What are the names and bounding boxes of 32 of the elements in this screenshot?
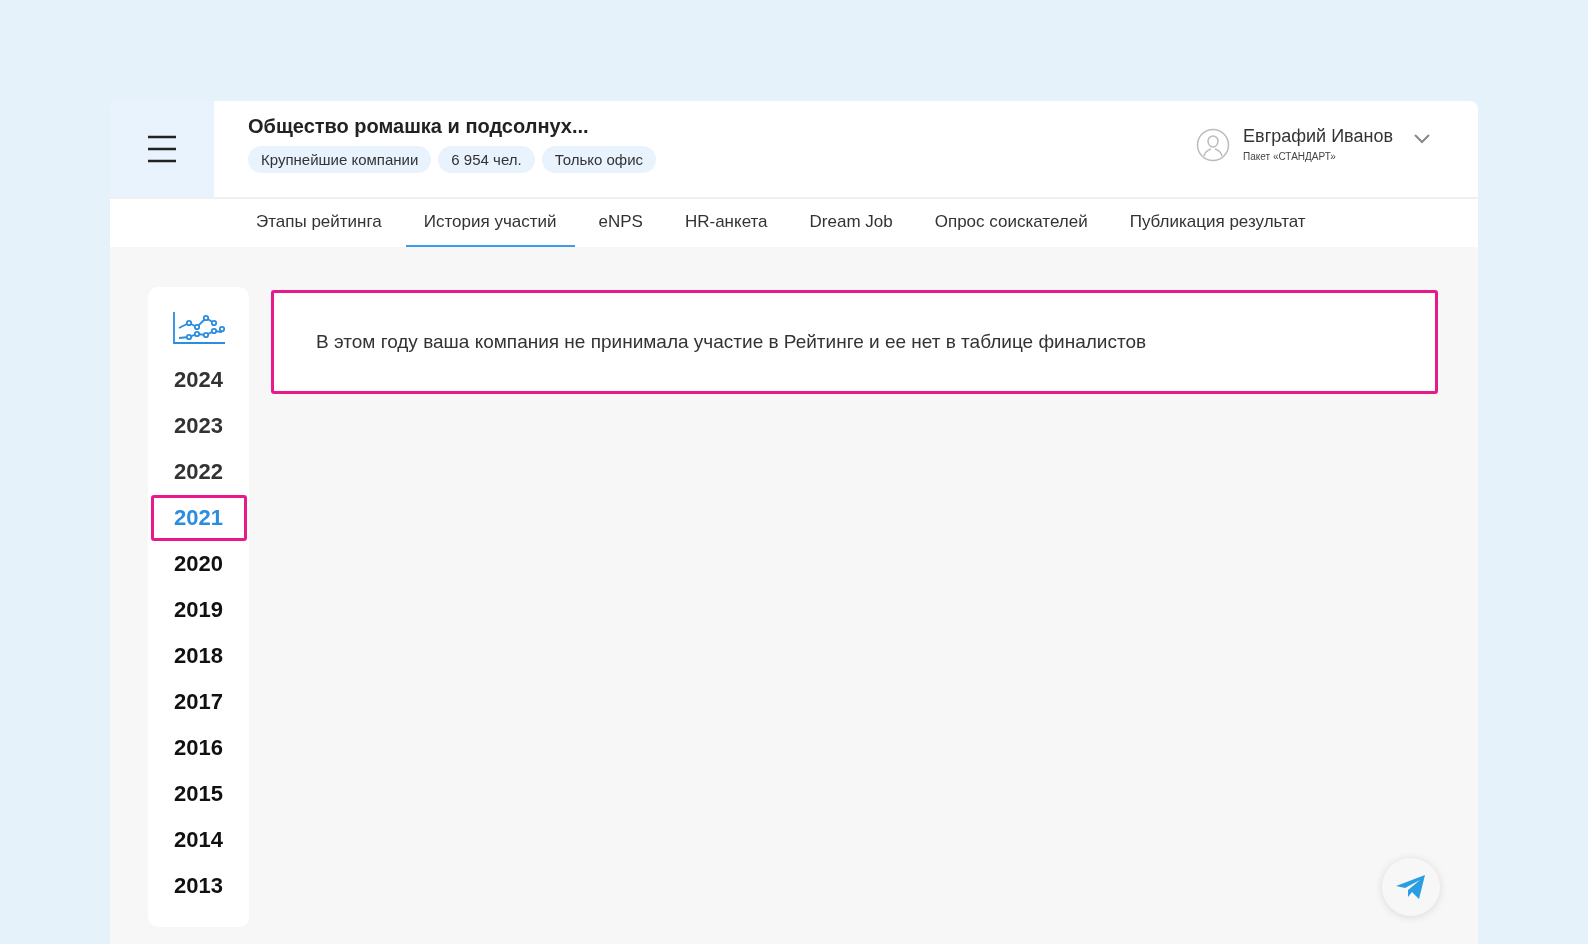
- company-name: Общество ромашка и подсолнух...: [248, 115, 590, 138]
- nav-tab[interactable]: Этапы рейтинга: [238, 199, 400, 247]
- user-avatar-icon[interactable]: [1196, 128, 1231, 162]
- year-item[interactable]: 2023: [150, 403, 247, 449]
- year-item[interactable]: 2019: [150, 587, 247, 633]
- year-item[interactable]: 2017: [150, 679, 247, 725]
- info-message: В этом году ваша компания не принимала участие в Рейтинге и ее нет в таблице финалистов: [271, 290, 1438, 394]
- year-item[interactable]: 2021: [150, 495, 247, 541]
- line-chart-icon[interactable]: [171, 311, 226, 345]
- company-tag: Крупнейшие компании: [248, 146, 432, 173]
- year-item[interactable]: 2020: [150, 541, 247, 587]
- year-item[interactable]: 2013: [150, 863, 247, 909]
- company-tag: 6 954 чел.: [438, 146, 535, 173]
- year-item[interactable]: 2018: [150, 633, 247, 679]
- telegram-button[interactable]: [1382, 858, 1440, 916]
- menu-icon[interactable]: [147, 135, 177, 163]
- company-tag: Только офис: [541, 146, 657, 173]
- year-item[interactable]: 2016: [150, 725, 247, 771]
- nav-tab[interactable]: История участий: [405, 199, 575, 247]
- nav-tab[interactable]: HR-анкета: [666, 199, 786, 247]
- plan-label: Пакет «СТАНДАРТ»: [1243, 151, 1337, 162]
- nav-tab[interactable]: eNPS: [580, 199, 661, 247]
- nav-tab[interactable]: Dream Job: [791, 199, 911, 247]
- paper-plane-icon: [1395, 874, 1427, 900]
- year-item[interactable]: 2024: [150, 357, 247, 403]
- year-item[interactable]: 2015: [150, 771, 247, 817]
- user-name: Евграфий Иванов: [1243, 126, 1393, 147]
- year-item[interactable]: 2014: [150, 817, 247, 863]
- nav-tab[interactable]: Опрос соискателей: [916, 199, 1106, 247]
- caret-icon[interactable]: [1414, 134, 1430, 144]
- nav-tab[interactable]: Публикация результат: [1111, 199, 1324, 247]
- year-item[interactable]: 2022: [150, 449, 247, 495]
